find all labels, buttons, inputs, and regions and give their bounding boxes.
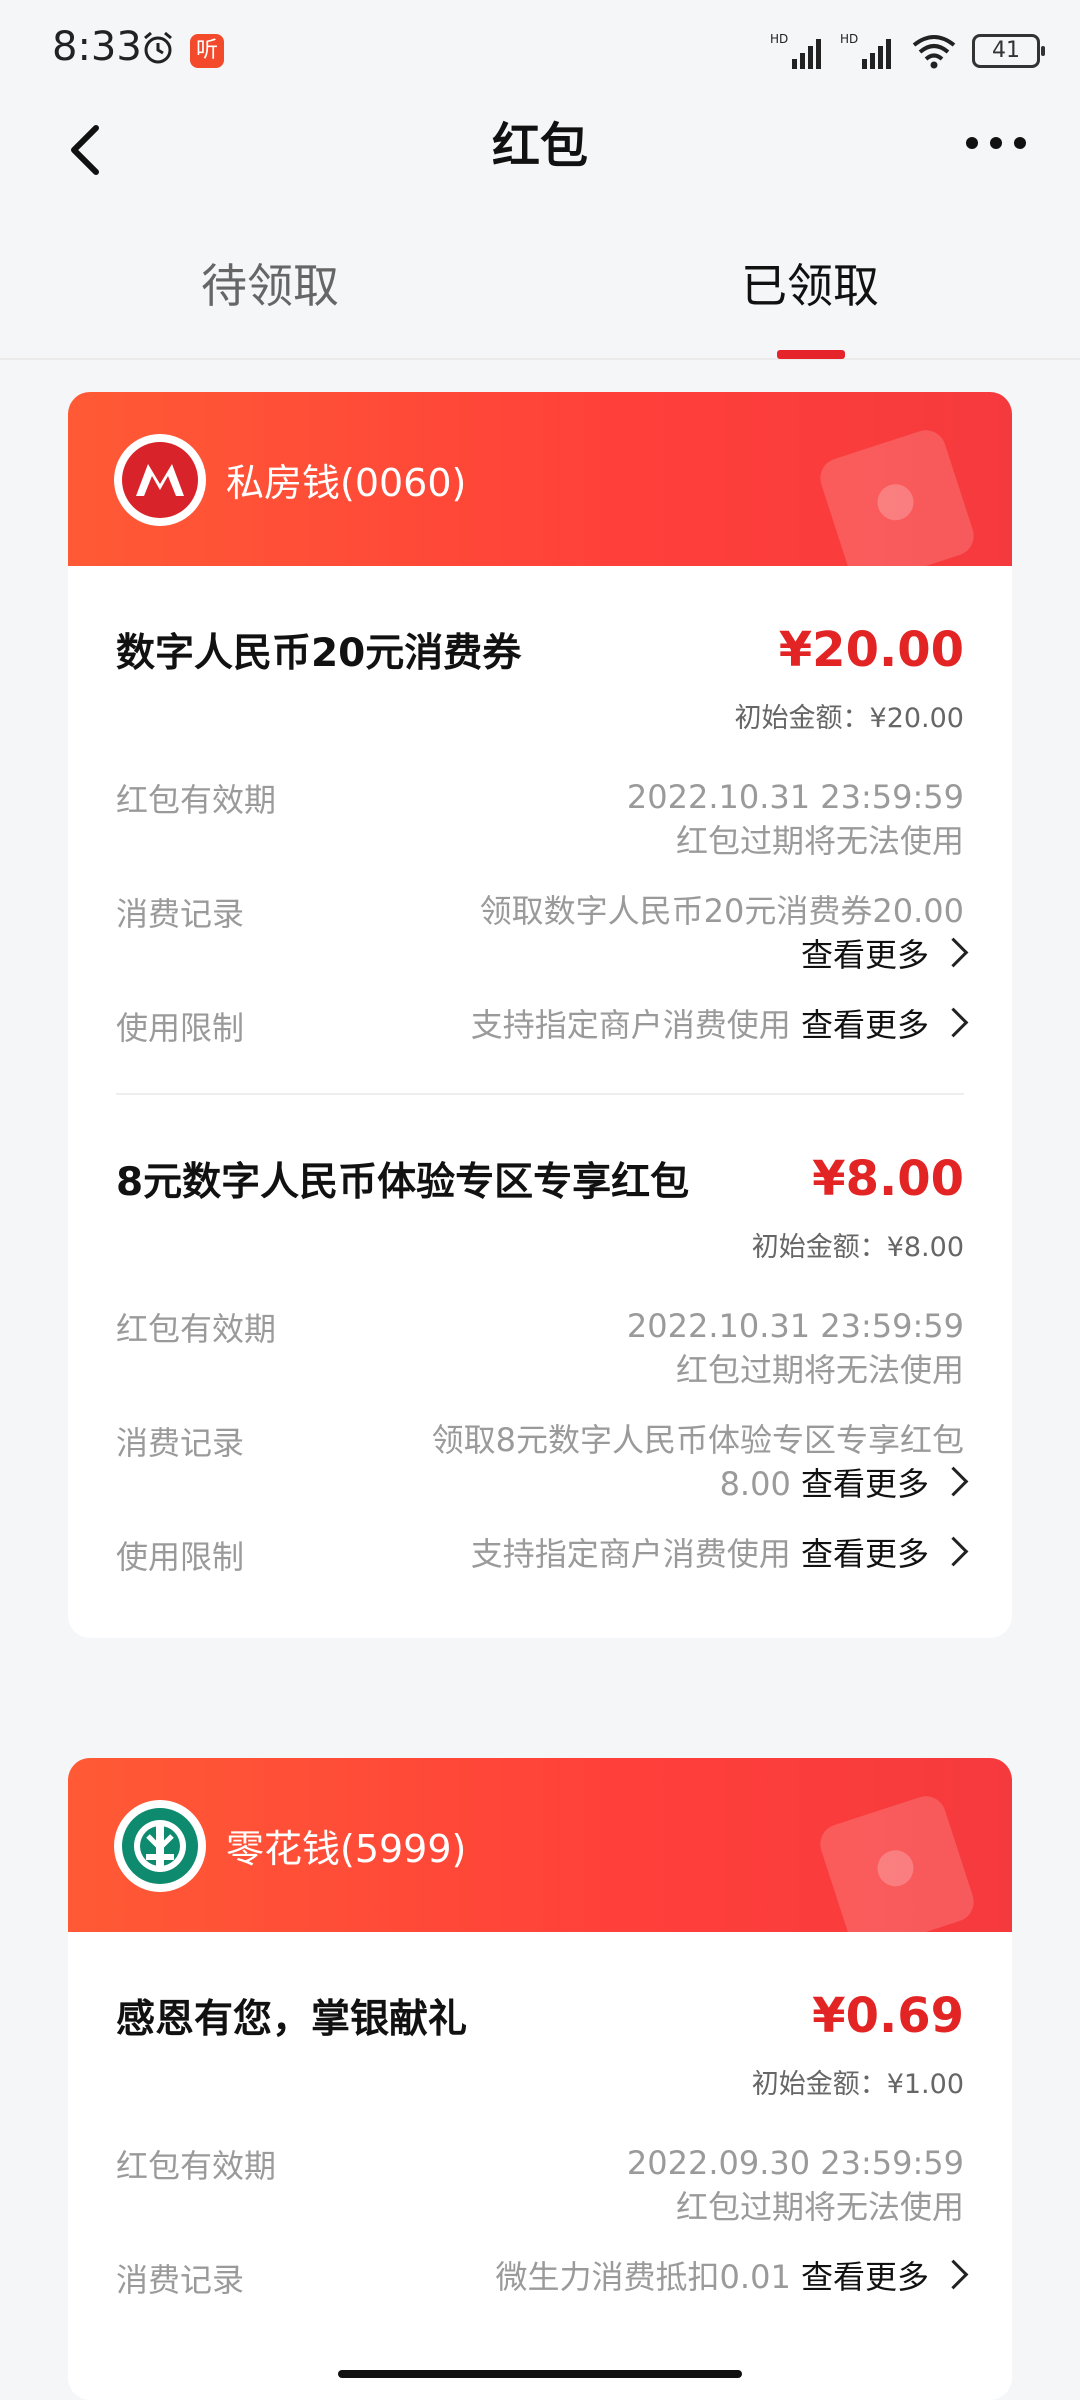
record-more-link[interactable]: 查看更多 <box>480 933 969 977</box>
wifi-icon <box>912 35 956 69</box>
record-text: 微生力消费抵扣0.01 <box>495 2258 791 2296</box>
validity-label: 红包有效期 <box>116 1310 277 1348</box>
record-more-label: 查看更多 <box>800 2258 929 2296</box>
coupon-amount: ¥8.00 <box>812 1151 964 1207</box>
limit-more-link[interactable]: 查看更多 <box>800 1006 969 1044</box>
validity-date: 2022.10.31 23:59:59 <box>626 778 964 816</box>
wallet-card: 私房钱(0060) 数字人民币20元消费券 ¥20.00 初始金额：¥20.00… <box>68 392 1012 1638</box>
app-notification-icon: 听 <box>190 34 224 68</box>
account-name: 私房钱(0060) <box>226 461 467 505</box>
limit-more-label: 查看更多 <box>800 1006 929 1044</box>
card-header: 私房钱(0060) <box>68 392 1012 584</box>
chevron-right-icon <box>938 1007 969 1038</box>
card-header: 零花钱(5999) <box>68 1758 1012 1950</box>
coupon-amount: ¥20.00 <box>778 622 964 678</box>
coupon-title: 数字人民币20元消费券 <box>116 631 522 676</box>
coupon-amount: ¥0.69 <box>812 1988 964 2044</box>
page-title: 红包 <box>491 118 588 174</box>
tab-bar: 待领取 已领取 <box>0 230 1080 360</box>
tab-pending[interactable]: 待领取 <box>120 250 420 316</box>
validity-note: 红包过期将无法使用 <box>675 822 964 860</box>
coupon-title: 感恩有您，掌银献礼 <box>116 1997 468 2042</box>
battery-icon: 41 <box>972 34 1045 68</box>
status-time: 8:33 <box>52 24 142 70</box>
limit-label: 使用限制 <box>116 1009 245 1047</box>
limit-text: 支持指定商户消费使用 <box>470 1006 791 1044</box>
validity-note: 红包过期将无法使用 <box>675 1351 964 1389</box>
limit-more-link[interactable]: 查看更多 <box>800 1535 969 1573</box>
validity-label: 红包有效期 <box>116 781 277 819</box>
validity-date: 2022.09.30 23:59:59 <box>626 2144 964 2182</box>
record-text: 领取8元数字人民币体验专区专享红包 <box>431 1421 964 1459</box>
validity-date: 2022.10.31 23:59:59 <box>626 1307 964 1345</box>
record-amount: 8.00 <box>719 1465 791 1503</box>
record-more-label: 查看更多 <box>800 1465 929 1503</box>
chevron-right-icon <box>938 1536 969 1567</box>
record-more-link[interactable]: 查看更多 <box>800 2258 969 2296</box>
account-name: 零花钱(5999) <box>226 1827 467 1871</box>
wallet-card: 零花钱(5999) 感恩有您，掌银献礼 ¥0.69 初始金额：¥1.00 红包有… <box>68 1758 1012 2400</box>
alarm-icon <box>144 31 172 64</box>
validity-note: 红包过期将无法使用 <box>675 2188 964 2226</box>
signal-icon-2: HD <box>840 32 891 69</box>
svg-text:HD: HD <box>770 32 788 46</box>
cmb-logo-icon <box>114 434 206 526</box>
record-label: 消费记录 <box>116 895 245 933</box>
limit-more-label: 查看更多 <box>800 1535 929 1573</box>
record-label: 消费记录 <box>116 2261 245 2299</box>
chevron-right-icon <box>938 937 969 968</box>
abc-logo-icon <box>114 1800 206 1892</box>
record-more-label: 查看更多 <box>800 936 929 974</box>
initial-amount: 初始金额：¥1.00 <box>751 2069 964 2100</box>
validity-label: 红包有效期 <box>116 2147 277 2185</box>
nav-bar: 红包 <box>0 100 1080 240</box>
coupon-item[interactable]: 8元数字人民币体验专区专享红包 ¥8.00 初始金额：¥8.00 红包有效期 2… <box>68 1095 1012 1638</box>
record-text: 领取数字人民币20元消费券20.00 <box>479 892 964 930</box>
record-more-link[interactable]: 查看更多 <box>800 1465 969 1503</box>
chevron-right-icon <box>938 1466 969 1497</box>
tab-received[interactable]: 已领取 <box>660 250 960 316</box>
chevron-right-icon <box>938 2259 969 2290</box>
coupon-title: 8元数字人民币体验专区专享红包 <box>116 1160 690 1205</box>
initial-amount: 初始金额：¥8.00 <box>751 1232 964 1263</box>
record-label: 消费记录 <box>116 1424 245 1462</box>
signal-icon: HD <box>770 32 821 69</box>
limit-label: 使用限制 <box>116 1538 245 1576</box>
more-options-icon[interactable] <box>964 128 1028 158</box>
home-indicator[interactable] <box>338 2370 742 2378</box>
limit-text: 支持指定商户消费使用 <box>470 1535 791 1573</box>
svg-text:HD: HD <box>840 32 858 46</box>
coupon-item[interactable]: 感恩有您，掌银献礼 ¥0.69 初始金额：¥1.00 红包有效期 2022.09… <box>68 1932 1012 2301</box>
status-bar: 8:33 听 HD HD 41 <box>0 0 1080 100</box>
coupon-item[interactable]: 数字人民币20元消费券 ¥20.00 初始金额：¥20.00 红包有效期 202… <box>68 566 1012 1049</box>
active-tab-indicator <box>777 350 845 359</box>
initial-amount: 初始金额：¥20.00 <box>734 703 964 734</box>
